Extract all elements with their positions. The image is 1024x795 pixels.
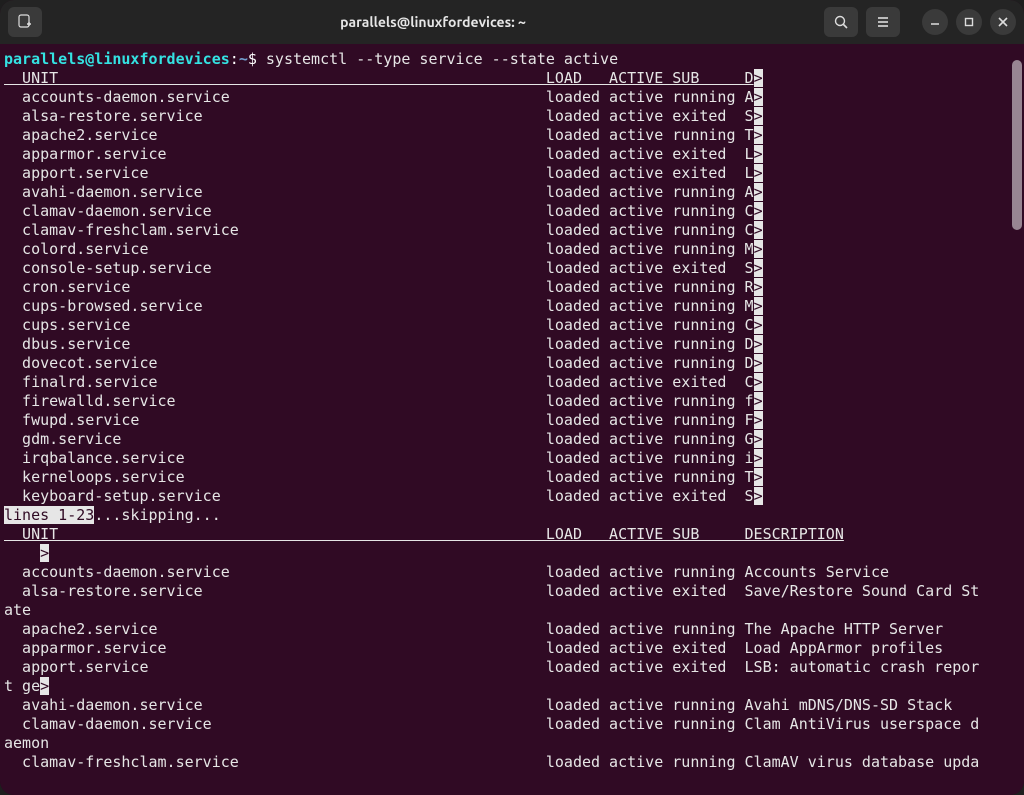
- truncation-marker: >: [754, 373, 763, 391]
- truncation-marker: >: [754, 69, 763, 87]
- truncation-marker: >: [754, 449, 763, 467]
- truncation-marker: >: [754, 468, 763, 486]
- truncation-marker: >: [754, 411, 763, 429]
- truncation-marker: >: [754, 487, 763, 505]
- truncation-marker: >: [754, 335, 763, 353]
- truncation-marker: >: [754, 240, 763, 258]
- truncation-marker: >: [40, 677, 49, 695]
- truncation-marker: >: [754, 392, 763, 410]
- service-row: clamav-daemon.service loaded active runn…: [4, 202, 754, 220]
- close-button[interactable]: [990, 9, 1016, 35]
- truncation-marker: >: [754, 126, 763, 144]
- pager-skipping: ...skipping...: [94, 506, 220, 524]
- service-row: clamav-daemon.service loaded active runn…: [4, 715, 979, 733]
- scrollbar-thumb[interactable]: [1012, 60, 1022, 230]
- minimize-button[interactable]: [922, 9, 948, 35]
- pager-status: lines 1-23: [4, 506, 94, 524]
- service-row: finalrd.service loaded active exited C: [4, 373, 754, 391]
- truncation-marker: >: [754, 183, 763, 201]
- service-row: alsa-restore.service loaded active exite…: [4, 582, 979, 600]
- table-header: UNIT LOAD ACTIVE SUB DESCRIPTION: [4, 525, 844, 543]
- service-row: keyboard-setup.service loaded active exi…: [4, 487, 754, 505]
- truncation-marker: >: [754, 259, 763, 277]
- prompt-userhost: parallels@linuxfordevices: [4, 50, 230, 68]
- service-row: apache2.service loaded active running Th…: [4, 620, 943, 638]
- service-row: colord.service loaded active running M: [4, 240, 754, 258]
- table-header: UNIT LOAD ACTIVE SUB D: [4, 69, 754, 87]
- service-row: firewalld.service loaded active running …: [4, 392, 754, 410]
- service-row: accounts-daemon.service loaded active ru…: [4, 563, 889, 581]
- service-row: fwupd.service loaded active running F: [4, 411, 754, 429]
- truncation-marker: >: [754, 354, 763, 372]
- service-row: irqbalance.service loaded active running…: [4, 449, 754, 467]
- window-title: parallels@linuxfordevices: ~: [42, 14, 824, 30]
- truncation-marker: >: [754, 107, 763, 125]
- truncation-marker: >: [754, 164, 763, 182]
- truncation-marker: >: [754, 221, 763, 239]
- new-tab-button[interactable]: [8, 7, 42, 37]
- service-row: apport.service loaded active exited LSB:…: [4, 658, 979, 676]
- truncation-marker: >: [754, 430, 763, 448]
- prompt-colon: :: [230, 50, 239, 68]
- service-row: dbus.service loaded active running D: [4, 335, 754, 353]
- service-row: cron.service loaded active running R: [4, 278, 754, 296]
- titlebar: parallels@linuxfordevices: ~: [0, 0, 1024, 44]
- truncation-marker: >: [754, 278, 763, 296]
- service-row: cups-browsed.service loaded active runni…: [4, 297, 754, 315]
- command-text: systemctl --type service --state active: [266, 50, 618, 68]
- service-row: kerneloops.service loaded active running…: [4, 468, 754, 486]
- service-row: console-setup.service loaded active exit…: [4, 259, 754, 277]
- service-row: dovecot.service loaded active running D: [4, 354, 754, 372]
- service-row-wrap: aemon: [4, 734, 49, 752]
- service-row: avahi-daemon.service loaded active runni…: [4, 696, 952, 714]
- service-row: accounts-daemon.service loaded active ru…: [4, 88, 754, 106]
- service-row: cups.service loaded active running C: [4, 316, 754, 334]
- service-row: apport.service loaded active exited L: [4, 164, 754, 182]
- prompt-path: ~: [239, 50, 248, 68]
- service-row: clamav-freshclam.service loaded active r…: [4, 753, 979, 771]
- prompt-dollar: $: [248, 50, 266, 68]
- truncation-marker: >: [754, 145, 763, 163]
- search-button[interactable]: [824, 7, 858, 37]
- menu-button[interactable]: [866, 7, 900, 37]
- maximize-button[interactable]: [956, 9, 982, 35]
- truncation-marker: >: [40, 544, 49, 562]
- truncation-marker: >: [754, 316, 763, 334]
- service-row: apparmor.service loaded active exited L: [4, 145, 754, 163]
- service-row: avahi-daemon.service loaded active runni…: [4, 183, 754, 201]
- service-row: clamav-freshclam.service loaded active r…: [4, 221, 754, 239]
- truncation-marker: >: [754, 297, 763, 315]
- service-row-wrap: t ge: [4, 677, 40, 695]
- service-row: apache2.service loaded active running T: [4, 126, 754, 144]
- terminal-window: parallels@linuxfordevices: ~ parallels@l…: [0, 0, 1024, 795]
- truncation-marker: >: [754, 202, 763, 220]
- service-row: apparmor.service loaded active exited Lo…: [4, 639, 943, 657]
- service-row: gdm.service loaded active running G: [4, 430, 754, 448]
- service-row: alsa-restore.service loaded active exite…: [4, 107, 754, 125]
- truncation-marker: >: [754, 88, 763, 106]
- service-row-wrap: ate: [4, 601, 31, 619]
- terminal-output[interactable]: parallels@linuxfordevices:~$ systemctl -…: [0, 44, 1024, 795]
